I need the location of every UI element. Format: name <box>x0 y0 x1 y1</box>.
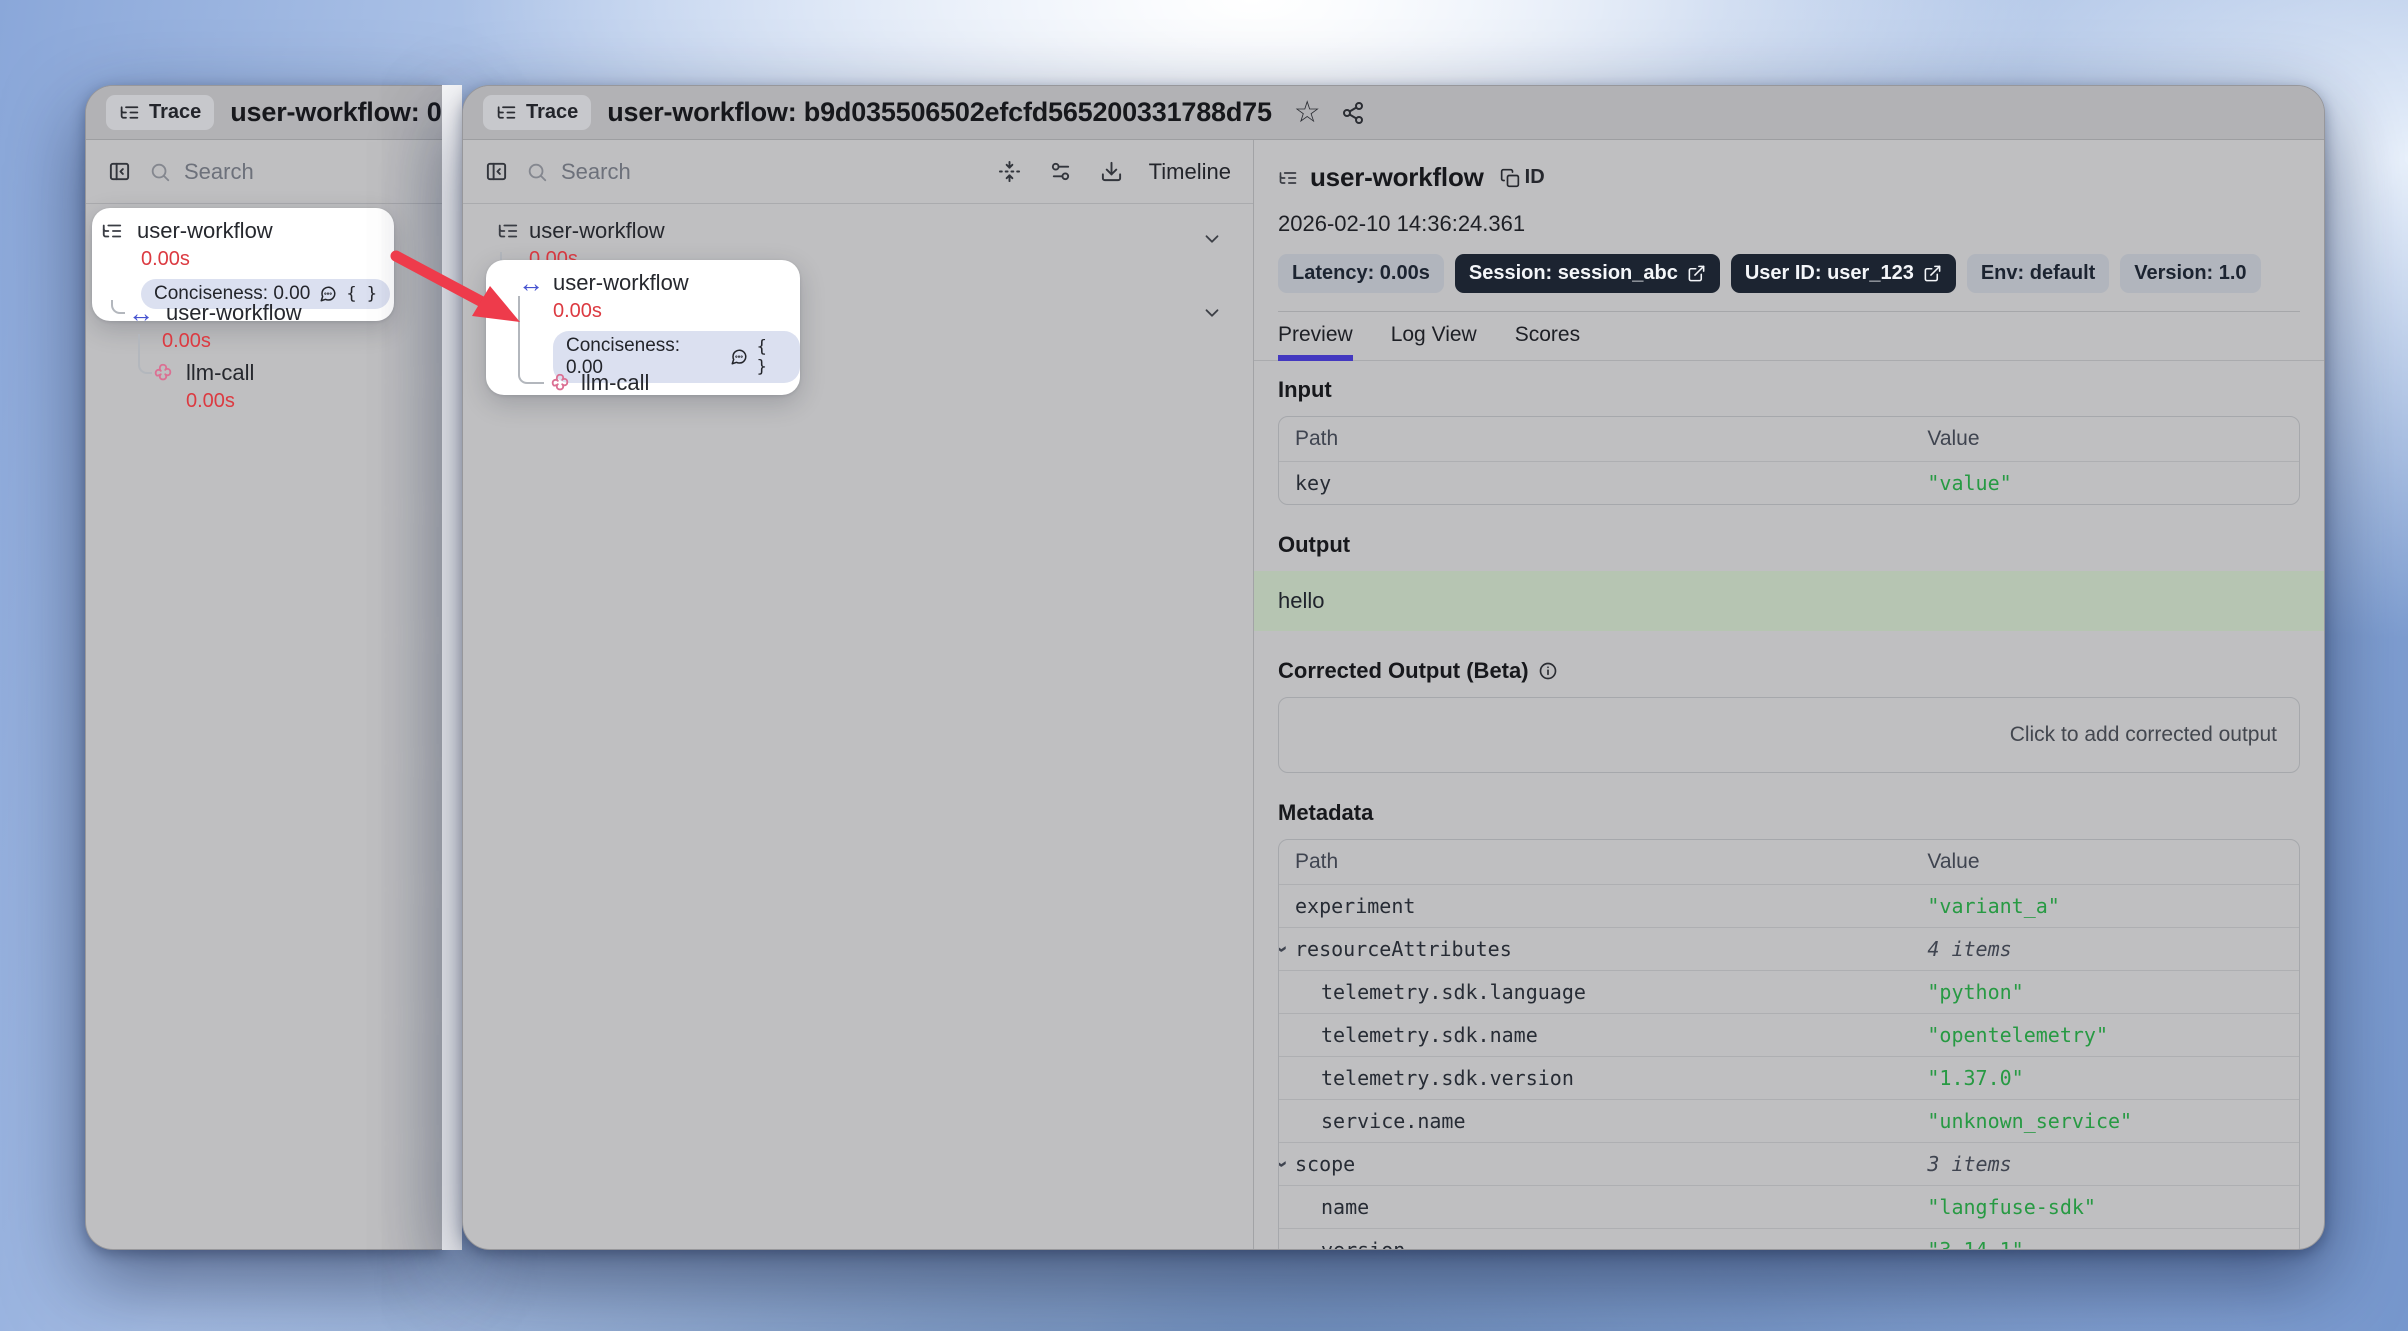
panel-collapse-icon[interactable] <box>485 160 508 183</box>
tree-row-grandchild[interactable]: llm-call 0.00s <box>152 360 254 413</box>
annotation-arrow <box>386 242 546 352</box>
trace-timestamp: 2026-02-10 14:36:24.361 <box>1278 211 2300 237</box>
trace-root-icon <box>1278 168 1298 188</box>
span-duration: 0.00s <box>553 300 800 323</box>
trace-tree-panel: Search Timeline <box>463 140 1254 1249</box>
info-icon <box>1538 661 1558 681</box>
json-braces-icon: { } <box>346 284 377 304</box>
span-detail-panel: user-workflow ID 2026-02-10 14:36:24.361… <box>1254 140 2324 1249</box>
timeline-toggle[interactable]: Timeline <box>1149 159 1231 185</box>
version-badge: Version: 1.0 <box>2120 254 2260 293</box>
tab-preview[interactable]: Preview <box>1278 312 1353 360</box>
output-section-label: Output <box>1278 532 2300 558</box>
search-input[interactable]: Search <box>526 159 631 185</box>
list-tree-icon <box>496 102 517 123</box>
span-name: user-workflow <box>137 218 273 244</box>
latency-badge: Latency: 0.00s <box>1278 254 1444 293</box>
foreground-trace-window: Trace user-workflow: b9d035506502efcfd56… <box>462 85 2325 1250</box>
move-horizontal-icon: ↔ <box>128 300 154 326</box>
trace-root-icon <box>101 220 123 242</box>
table-row: service.name "unknown_service" <box>1279 1100 2299 1143</box>
generation-clover-icon <box>549 372 571 394</box>
search-placeholder: Search <box>561 159 631 185</box>
span-duration: 0.00s <box>141 248 394 271</box>
fold-vertical-icon[interactable] <box>998 160 1021 183</box>
span-detail-title: user-workflow <box>1310 162 1484 193</box>
span-tree: user-workflow 0.00s Conciseness: 0.00 { … <box>86 204 442 1249</box>
span-duration: 0.00s <box>186 390 254 413</box>
output-value: hello <box>1254 571 2324 631</box>
star-icon[interactable]: ☆ <box>1294 98 1321 128</box>
trace-chip-label: Trace <box>526 101 578 124</box>
panel-collapse-icon[interactable] <box>108 160 131 183</box>
titlebar: Trace user-workflow: b9d035506502efcfd56… <box>463 86 2324 140</box>
table-row: telemetry.sdk.version "1.37.0" <box>1279 1057 2299 1100</box>
caret-icon[interactable] <box>1278 1153 1295 1175</box>
comment-icon <box>730 348 748 366</box>
env-badge: Env: default <box>1967 254 2109 293</box>
span-duration: 0.00s <box>162 330 302 353</box>
list-tree-icon <box>119 102 140 123</box>
table-row: experiment "variant_a" <box>1279 885 2299 928</box>
add-corrected-output-button[interactable]: Click to add corrected output <box>1278 697 2300 773</box>
trace-type-chip: Trace <box>483 95 591 130</box>
copy-id-button[interactable]: ID <box>1500 166 1545 189</box>
search-input[interactable]: Search <box>149 159 254 185</box>
detail-tabs: Preview Log View Scores <box>1254 312 2324 361</box>
share-icon[interactable] <box>1341 101 1365 125</box>
span-tree: user-workflow 0.00s ↔ user-workflow 0.00… <box>463 204 1253 1249</box>
search-placeholder: Search <box>184 159 254 185</box>
tab-log-view[interactable]: Log View <box>1391 312 1477 360</box>
tree-row-grandchild[interactable]: llm-call <box>549 370 649 396</box>
copy-icon <box>1500 168 1520 188</box>
table-row: name "langfuse-sdk" <box>1279 1186 2299 1229</box>
caret-icon[interactable] <box>1278 938 1295 960</box>
json-braces-icon: { } <box>757 337 787 377</box>
corrected-output-section-label: Corrected Output (Beta) <box>1278 658 2300 684</box>
trace-chip-label: Trace <box>149 101 201 124</box>
table-row[interactable]: resourceAttributes 4 items <box>1279 928 2299 971</box>
input-section-label: Input <box>1278 377 2300 403</box>
input-table: Path Value key "value" <box>1278 416 2300 505</box>
trace-type-chip: Trace <box>106 95 214 130</box>
table-header: Path Value <box>1279 417 2299 462</box>
tree-row-child[interactable]: ↔ user-workflow 0.00s <box>128 300 302 353</box>
session-badge[interactable]: Session: session_abc <box>1455 254 1720 293</box>
sliders-icon[interactable] <box>1049 160 1072 183</box>
download-icon[interactable] <box>1100 160 1123 183</box>
table-header: Path Value <box>1279 840 2299 885</box>
table-row: version "3.14.1" <box>1279 1229 2299 1249</box>
comment-icon <box>319 285 337 303</box>
trace-title: user-workflow: 0bde <box>230 97 442 128</box>
user-id-badge[interactable]: User ID: user_123 <box>1731 254 1956 293</box>
titlebar: Trace user-workflow: 0bde <box>86 86 442 140</box>
search-icon <box>526 161 548 183</box>
metadata-table: Path Value experiment "variant_a" resour… <box>1278 839 2300 1249</box>
external-link-icon <box>1923 264 1942 283</box>
tree-connector <box>138 334 152 374</box>
trace-root-icon <box>497 220 519 242</box>
chevron-down-icon[interactable] <box>1201 302 1223 324</box>
table-row[interactable]: scope 3 items <box>1279 1143 2299 1186</box>
trace-title: user-workflow: b9d035506502efcfd56520033… <box>607 97 1272 128</box>
metadata-section-label: Metadata <box>1278 800 2300 826</box>
id-label: ID <box>1525 166 1545 189</box>
chevron-down-icon[interactable] <box>1201 228 1223 250</box>
tab-scores[interactable]: Scores <box>1515 312 1580 360</box>
table-row: telemetry.sdk.name "opentelemetry" <box>1279 1014 2299 1057</box>
table-row: key "value" <box>1279 462 2299 504</box>
generation-clover-icon <box>152 362 174 384</box>
table-row: telemetry.sdk.language "python" <box>1279 971 2299 1014</box>
external-link-icon <box>1687 264 1706 283</box>
search-icon <box>149 161 171 183</box>
